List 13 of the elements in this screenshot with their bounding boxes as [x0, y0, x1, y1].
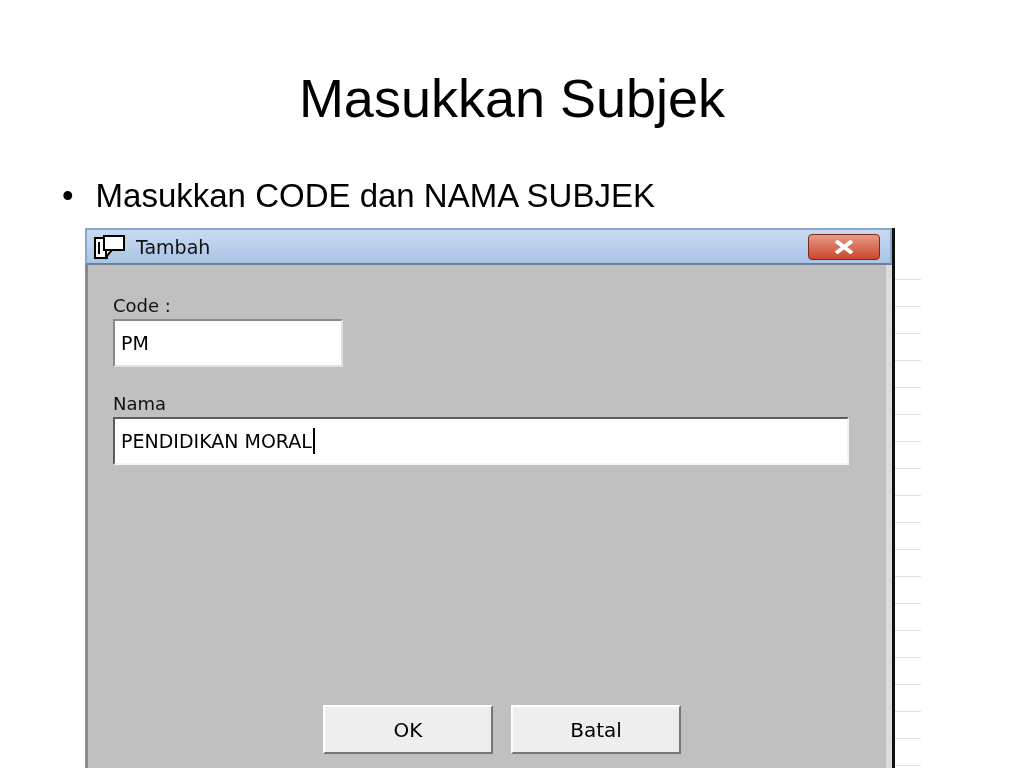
input-field[interactable]: PM [113, 319, 343, 367]
slide-title: Masukkan Subjek [298, 67, 726, 130]
dialog-button[interactable]: OK [323, 705, 493, 754]
dialog-button[interactable]: Batal [511, 705, 681, 754]
field-label: Code : [113, 295, 172, 317]
window-title: Tambah [136, 235, 212, 258]
bullet-text: Masukkan CODE dan NAMA SUBJEK [95, 176, 655, 216]
text-cursor [312, 428, 315, 454]
field-label: Nama [113, 393, 168, 415]
close-button[interactable] [808, 233, 880, 260]
input-field[interactable]: PENDIDIKAN MORAL [113, 417, 849, 465]
notepad-icon [92, 232, 128, 261]
bullet-marker: • [62, 176, 74, 216]
